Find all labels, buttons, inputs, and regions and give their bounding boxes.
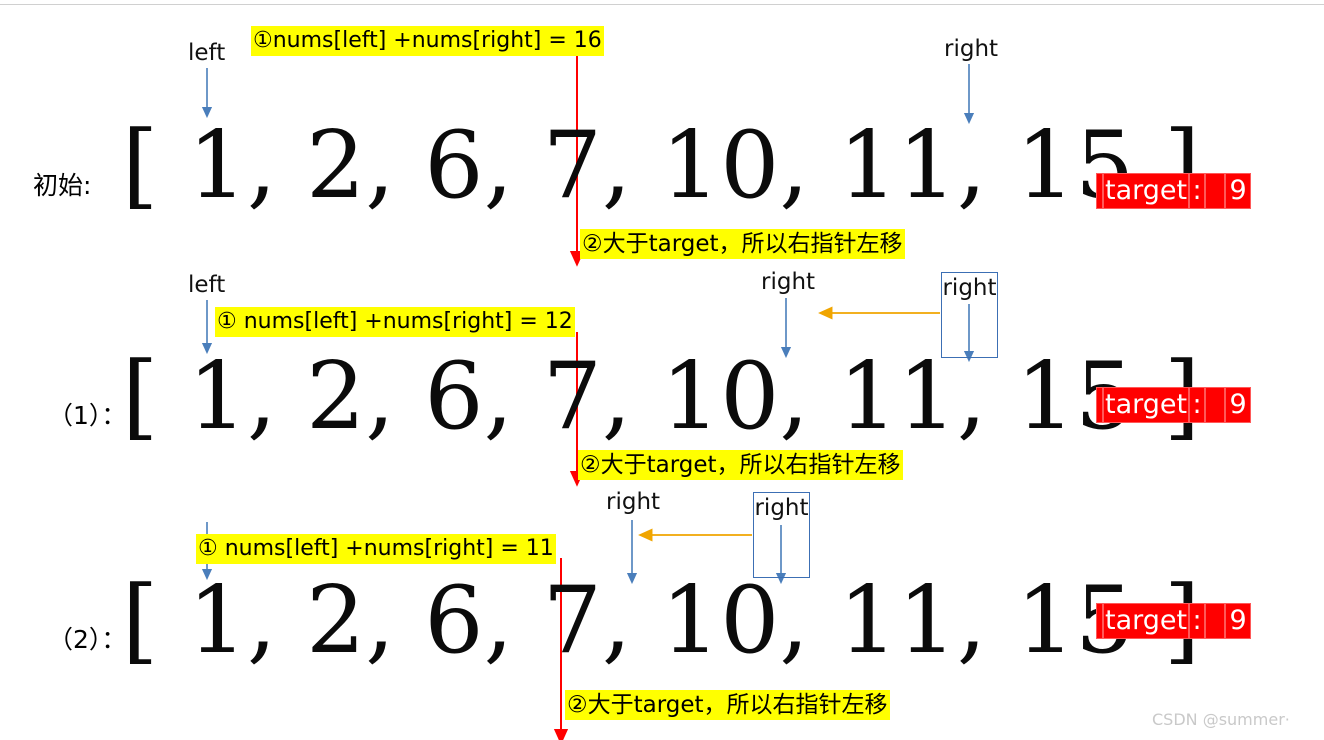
target-colon-cell: : <box>1189 387 1205 423</box>
top-divider-rule <box>0 4 1324 5</box>
target-pad-cell <box>1096 603 1103 639</box>
target-label-cell: target <box>1103 387 1189 423</box>
row-2-sum-annotation: ① nums[left] +nums[right] = 11 <box>196 534 556 564</box>
row-initial-right-pointer-label: right <box>944 36 999 62</box>
row-initial-sum-annotation: ①nums[left] +nums[right] = 16 <box>251 26 604 56</box>
target-value-cell: 9 <box>1225 387 1251 423</box>
row-1-sum-annotation: ① nums[left] +nums[right] = 12 <box>215 307 575 337</box>
row-1-right-pointer-origin-label: right <box>942 275 997 301</box>
target-value-cell: 9 <box>1225 603 1251 639</box>
csdn-watermark: CSDN @summer· <box>1152 710 1290 729</box>
row-initial-left-pointer-label: left <box>188 40 226 66</box>
target-gap-cell <box>1205 603 1225 639</box>
row-initial-result-annotation: ②大于target，所以右指针左移 <box>580 229 905 259</box>
row-2-right-pointer-label: right <box>606 489 661 515</box>
row-1-array: [ 1, 2, 6, 7, 10, 11, 15 ] <box>122 342 1201 450</box>
target-pad-cell <box>1096 387 1103 423</box>
row-2-target-badge: target : 9 <box>1096 603 1252 639</box>
row-initial-array: [ 1, 2, 6, 7, 10, 11, 15 ] <box>122 111 1201 219</box>
target-gap-cell <box>1205 387 1225 423</box>
row-initial-label: 初始: <box>33 171 92 200</box>
row-1-label: （1）： <box>48 401 127 430</box>
row-2-label: （2）： <box>48 625 127 654</box>
row-initial-target-badge: target : 9 <box>1096 173 1252 209</box>
row-2-right-pointer-origin-label: right <box>754 495 809 521</box>
target-colon-cell: : <box>1189 173 1205 209</box>
row-2-array: [ 1, 2, 6, 7, 10, 11, 15 ] <box>122 566 1201 674</box>
row-2-result-annotation: ②大于target，所以右指针左移 <box>565 690 890 720</box>
row-1-right-pointer-label: right <box>761 269 816 295</box>
target-pad-cell <box>1096 173 1103 209</box>
target-value-cell: 9 <box>1225 173 1251 209</box>
row-1-target-badge: target : 9 <box>1096 387 1252 423</box>
target-label-cell: target <box>1103 603 1189 639</box>
row-1-result-annotation: ②大于target，所以右指针左移 <box>578 450 903 480</box>
target-colon-cell: : <box>1189 603 1205 639</box>
diagram-canvas: left right ①nums[left] +nums[right] = 16… <box>0 0 1324 740</box>
row-1-left-pointer-label: left <box>188 272 226 298</box>
target-label-cell: target <box>1103 173 1189 209</box>
target-gap-cell <box>1205 173 1225 209</box>
